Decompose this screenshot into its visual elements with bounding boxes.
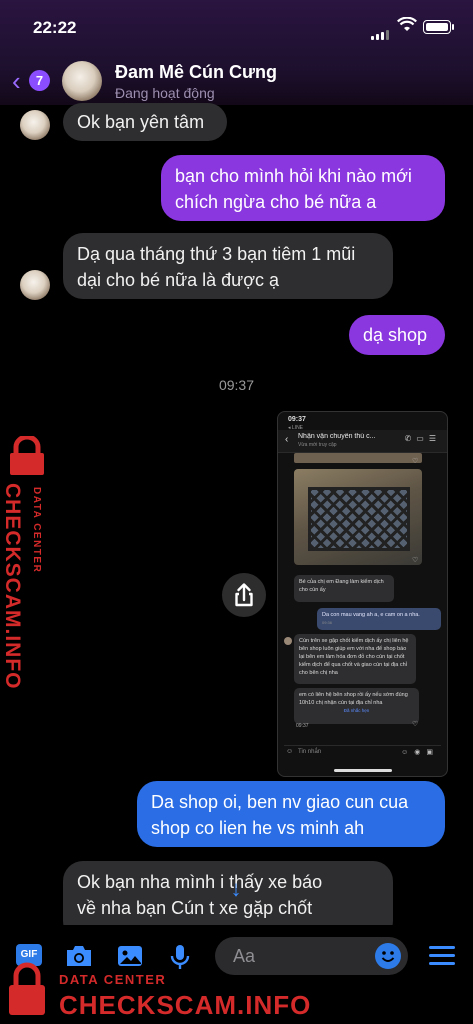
smiley-face-icon <box>381 951 395 962</box>
screenshot-message: Bé của chị em Đang làm kiểm dịch cho cún… <box>294 575 394 602</box>
message-input-placeholder: Aa <box>233 946 256 966</box>
cellular-signal-icon <box>371 22 391 40</box>
screenshot-input-placeholder: Tin nhắn <box>298 749 322 755</box>
screenshot-photo-top <box>294 453 422 463</box>
share-icon <box>235 583 253 607</box>
lock-icon <box>10 436 44 475</box>
screenshot-message: em có liên hệ bên shop rồi ấy nếu sớm đú… <box>294 688 419 724</box>
contact-name[interactable]: Đam Mê Cún Cưng <box>115 62 277 83</box>
menu-icon[interactable] <box>429 946 455 970</box>
message-text: dạ shop <box>363 325 428 345</box>
screenshot-chat-subtitle: Vừa mới truy cập <box>298 442 337 448</box>
chat-header: 22:22 ‹ 7 Đam Mê Cún Cưng Đang hoạt động <box>0 0 473 105</box>
pet-crate <box>308 487 410 551</box>
screenshot-reminder-link: Đã nhắc hẹn <box>343 708 370 713</box>
message-text-line: dại cho bé nữa là được ạ <box>77 270 280 290</box>
message-outgoing[interactable]: dạ shop <box>349 315 445 355</box>
screenshot-photo-crate <box>294 469 422 565</box>
scroll-down-arrow-icon[interactable]: ↓ <box>222 875 250 903</box>
status-bar: 22:22 <box>0 0 473 50</box>
lock-icon <box>9 962 45 1015</box>
battery-icon <box>423 20 454 34</box>
share-button[interactable] <box>222 573 266 617</box>
screenshot-back-icon: ‹ <box>285 434 289 445</box>
heart-icon: ♡ <box>412 721 419 728</box>
screenshot-input-bar: ☺ Tin nhắn ☺◉▣ <box>284 745 441 760</box>
message-outgoing[interactable]: Da shop oi, ben nv giao cun cua shop co … <box>137 781 445 847</box>
screenshot-call-icons: ✆▭☰ <box>404 434 441 443</box>
screenshot-avatar <box>284 637 292 645</box>
back-chevron-icon[interactable]: ‹ <box>12 66 21 97</box>
watermark-brand: CHECKSCAM.INFO <box>1 483 24 690</box>
screenshot-message-outgoing: Da con mau vang ah a, e cam on a nha. 09… <box>317 608 441 630</box>
sender-avatar[interactable] <box>20 110 50 140</box>
message-text-line: shop co lien he vs minh ah <box>151 818 365 838</box>
message-incoming[interactable]: Ok bạn yên tâm <box>63 103 227 141</box>
watermark-tagline: DATA CENTER <box>31 487 42 574</box>
unread-count-badge[interactable]: 7 <box>29 70 50 91</box>
contact-status: Đang hoạt động <box>115 85 215 101</box>
screenshot-emoji-icon: ☺ <box>286 748 294 755</box>
message-input[interactable]: Aa <box>215 937 408 975</box>
heart-icon: ♡ <box>412 458 419 465</box>
message-incoming[interactable]: Dạ qua tháng thứ 3 bạn tiêm 1 mũi dại ch… <box>63 233 393 299</box>
screenshot-message-time: 09:36 <box>322 620 333 625</box>
camera-icon[interactable] <box>64 943 94 969</box>
wifi-icon <box>397 17 417 31</box>
screenshot-message-text: Da con mau vang ah a, e cam on a nha. <box>322 612 420 618</box>
message-text-line: Da shop oi, ben nv giao cun cua <box>151 792 409 812</box>
emoji-icon[interactable] <box>375 943 401 969</box>
microphone-icon[interactable] <box>168 943 192 971</box>
screenshot-chat-title: Nhận vận chuyển thú c... <box>298 433 376 440</box>
heart-icon: ♡ <box>412 557 419 564</box>
screenshot-input-icons: ☺◉▣ <box>401 749 439 756</box>
message-text-line: Dạ qua tháng thứ 3 bạn tiêm 1 mũi <box>77 244 356 264</box>
photo-gallery-icon[interactable] <box>116 943 144 969</box>
contact-avatar[interactable] <box>62 61 102 101</box>
screenshot-message-text: Bé của chị em Đang làm kiểm dịch cho cún… <box>299 579 384 593</box>
sender-avatar[interactable] <box>20 270 50 300</box>
status-time: 22:22 <box>33 18 77 37</box>
screenshot-message-time: 09:37 <box>296 723 309 729</box>
message-timestamp: 09:37 <box>218 377 255 393</box>
screenshot-home-indicator <box>334 769 392 772</box>
message-text-line: chích ngừa cho bé nữa a <box>175 192 377 212</box>
shared-image-message[interactable]: 09:37 ◂ LINE ‹ Nhận vận chuyển thú c... … <box>277 411 448 777</box>
message-outgoing[interactable]: bạn cho mình hỏi khi nào mới chích ngừa … <box>161 155 445 221</box>
screenshot-status-time: 09:37 <box>288 416 306 423</box>
screenshot-message: Cún trên xe gặp chốt kiểm dịch ấy chị li… <box>294 634 416 684</box>
screenshot-message-text: em có liên hệ bên shop rồi ấy nếu sớm đú… <box>299 692 408 706</box>
message-text-line: bạn cho mình hỏi khi nào mới <box>175 166 412 186</box>
watermark-tagline: DATA CENTER <box>59 972 167 987</box>
screenshot-chat-header: ‹ Nhận vận chuyển thú c... Vừa mới truy … <box>278 430 447 453</box>
screenshot-message-text: Cún trên xe gặp chốt kiểm dịch ấy chị li… <box>299 638 409 676</box>
watermark-brand: CHECKSCAM.INFO <box>59 990 312 1020</box>
message-text: Ok bạn yên tâm <box>77 112 205 132</box>
